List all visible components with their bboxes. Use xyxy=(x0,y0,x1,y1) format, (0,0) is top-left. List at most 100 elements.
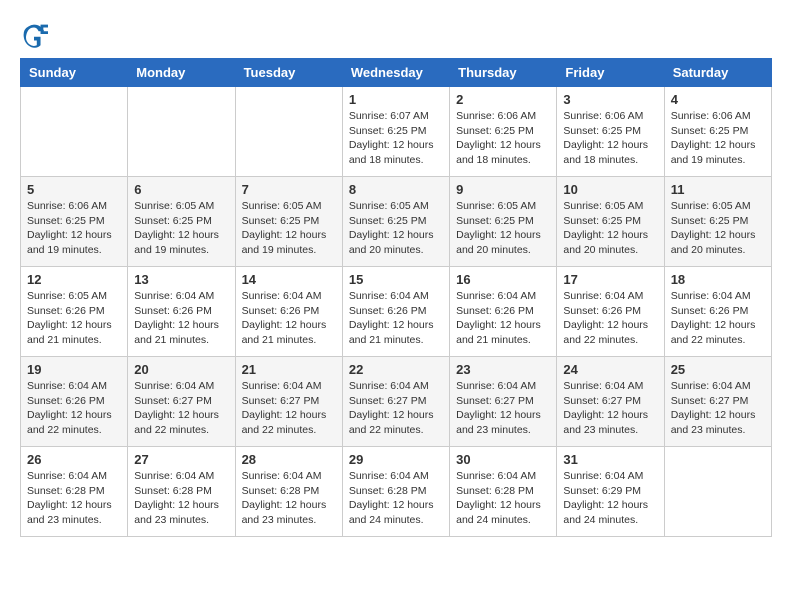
header-thursday: Thursday xyxy=(450,59,557,87)
cell-0-1 xyxy=(128,87,235,177)
cell-1-1: 6 Sunrise: 6:05 AM Sunset: 6:25 PM Daylig… xyxy=(128,177,235,267)
header-friday: Friday xyxy=(557,59,664,87)
cell-4-5: 31Sunrise: 6:04 AM Sunset: 6:29 PM Dayli… xyxy=(557,447,664,537)
cell-1-6: 11 Sunrise: 6:05 AM Sunset: 6:25 PM Dayli… xyxy=(664,177,771,267)
week-row-3: 12 Sunrise: 6:05 AM Sunset: 6:26 PM Dayli… xyxy=(21,267,772,357)
cell-4-1: 27 Sunrise: 6:04 AM Sunset: 6:28 PM Dayli… xyxy=(128,447,235,537)
day-info: Sunrise: 6:04 AM Sunset: 6:27 PM Dayligh… xyxy=(349,379,443,438)
day-info: Sunrise: 6:05 AM Sunset: 6:25 PM Dayligh… xyxy=(134,199,228,258)
day-info: Sunrise: 6:05 AM Sunset: 6:25 PM Dayligh… xyxy=(563,199,657,258)
cell-2-0: 12 Sunrise: 6:05 AM Sunset: 6:26 PM Dayli… xyxy=(21,267,128,357)
day-info: Sunrise: 6:04 AM Sunset: 6:27 PM Dayligh… xyxy=(134,379,228,438)
week-row-1: 1 Sunrise: 6:07 AM Sunset: 6:25 PM Daylig… xyxy=(21,87,772,177)
cell-0-2 xyxy=(235,87,342,177)
day-number: 27 xyxy=(134,452,228,467)
day-info: Sunrise: 6:04 AM Sunset: 6:28 PM Dayligh… xyxy=(242,469,336,528)
day-number: 6 xyxy=(134,182,228,197)
logo-icon xyxy=(20,20,48,48)
day-info: Sunrise: 6:04 AM Sunset: 6:26 PM Dayligh… xyxy=(456,289,550,348)
day-number: 1 xyxy=(349,92,443,107)
day-info: Sunrise: 6:07 AM Sunset: 6:25 PM Dayligh… xyxy=(349,109,443,168)
header-sunday: Sunday xyxy=(21,59,128,87)
cell-0-0 xyxy=(21,87,128,177)
week-row-4: 19Sunrise: 6:04 AM Sunset: 6:26 PM Dayli… xyxy=(21,357,772,447)
day-info: Sunrise: 6:04 AM Sunset: 6:28 PM Dayligh… xyxy=(27,469,121,528)
day-number: 31 xyxy=(563,452,657,467)
cell-2-5: 17 Sunrise: 6:04 AM Sunset: 6:26 PM Dayli… xyxy=(557,267,664,357)
cell-4-3: 29 Sunrise: 6:04 AM Sunset: 6:28 PM Dayli… xyxy=(342,447,449,537)
day-info: Sunrise: 6:04 AM Sunset: 6:26 PM Dayligh… xyxy=(27,379,121,438)
cell-3-1: 20 Sunrise: 6:04 AM Sunset: 6:27 PM Dayli… xyxy=(128,357,235,447)
day-info: Sunrise: 6:04 AM Sunset: 6:26 PM Dayligh… xyxy=(134,289,228,348)
day-number: 4 xyxy=(671,92,765,107)
cell-0-5: 3 Sunrise: 6:06 AM Sunset: 6:25 PM Daylig… xyxy=(557,87,664,177)
cell-4-4: 30Sunrise: 6:04 AM Sunset: 6:28 PM Dayli… xyxy=(450,447,557,537)
page-header xyxy=(20,20,772,48)
day-number: 24 xyxy=(563,362,657,377)
day-number: 28 xyxy=(242,452,336,467)
cell-1-5: 10 Sunrise: 6:05 AM Sunset: 6:25 PM Dayli… xyxy=(557,177,664,267)
day-info: Sunrise: 6:04 AM Sunset: 6:28 PM Dayligh… xyxy=(349,469,443,528)
cell-0-3: 1 Sunrise: 6:07 AM Sunset: 6:25 PM Daylig… xyxy=(342,87,449,177)
day-number: 11 xyxy=(671,182,765,197)
day-info: Sunrise: 6:05 AM Sunset: 6:25 PM Dayligh… xyxy=(456,199,550,258)
cell-1-3: 8 Sunrise: 6:05 AM Sunset: 6:25 PM Daylig… xyxy=(342,177,449,267)
day-number: 13 xyxy=(134,272,228,287)
header-wednesday: Wednesday xyxy=(342,59,449,87)
day-number: 29 xyxy=(349,452,443,467)
cell-2-2: 14 Sunrise: 6:04 AM Sunset: 6:26 PM Dayli… xyxy=(235,267,342,357)
day-number: 26 xyxy=(27,452,121,467)
cell-0-4: 2 Sunrise: 6:06 AM Sunset: 6:25 PM Daylig… xyxy=(450,87,557,177)
day-info: Sunrise: 6:05 AM Sunset: 6:26 PM Dayligh… xyxy=(27,289,121,348)
day-number: 8 xyxy=(349,182,443,197)
week-row-2: 5Sunrise: 6:06 AM Sunset: 6:25 PM Daylig… xyxy=(21,177,772,267)
week-row-5: 26 Sunrise: 6:04 AM Sunset: 6:28 PM Dayli… xyxy=(21,447,772,537)
cell-1-0: 5Sunrise: 6:06 AM Sunset: 6:25 PM Daylig… xyxy=(21,177,128,267)
day-number: 20 xyxy=(134,362,228,377)
cell-2-3: 15Sunrise: 6:04 AM Sunset: 6:26 PM Dayli… xyxy=(342,267,449,357)
cell-0-6: 4 Sunrise: 6:06 AM Sunset: 6:25 PM Daylig… xyxy=(664,87,771,177)
day-number: 2 xyxy=(456,92,550,107)
day-info: Sunrise: 6:05 AM Sunset: 6:25 PM Dayligh… xyxy=(242,199,336,258)
cell-1-2: 7 Sunrise: 6:05 AM Sunset: 6:25 PM Daylig… xyxy=(235,177,342,267)
day-info: Sunrise: 6:04 AM Sunset: 6:27 PM Dayligh… xyxy=(456,379,550,438)
cell-1-4: 9 Sunrise: 6:05 AM Sunset: 6:25 PM Daylig… xyxy=(450,177,557,267)
cell-4-6 xyxy=(664,447,771,537)
day-number: 16 xyxy=(456,272,550,287)
day-number: 14 xyxy=(242,272,336,287)
header-monday: Monday xyxy=(128,59,235,87)
day-number: 17 xyxy=(563,272,657,287)
cell-3-2: 21Sunrise: 6:04 AM Sunset: 6:27 PM Dayli… xyxy=(235,357,342,447)
day-number: 30 xyxy=(456,452,550,467)
day-info: Sunrise: 6:04 AM Sunset: 6:26 PM Dayligh… xyxy=(242,289,336,348)
cell-3-3: 22Sunrise: 6:04 AM Sunset: 6:27 PM Dayli… xyxy=(342,357,449,447)
cell-2-1: 13 Sunrise: 6:04 AM Sunset: 6:26 PM Dayli… xyxy=(128,267,235,357)
calendar-table: Sunday Monday Tuesday Wednesday Thursday… xyxy=(20,58,772,537)
day-number: 15 xyxy=(349,272,443,287)
day-number: 9 xyxy=(456,182,550,197)
cell-2-4: 16 Sunrise: 6:04 AM Sunset: 6:26 PM Dayli… xyxy=(450,267,557,357)
day-number: 7 xyxy=(242,182,336,197)
weekday-header-row: Sunday Monday Tuesday Wednesday Thursday… xyxy=(21,59,772,87)
day-info: Sunrise: 6:06 AM Sunset: 6:25 PM Dayligh… xyxy=(563,109,657,168)
day-number: 23 xyxy=(456,362,550,377)
cell-4-0: 26 Sunrise: 6:04 AM Sunset: 6:28 PM Dayli… xyxy=(21,447,128,537)
cell-3-6: 25Sunrise: 6:04 AM Sunset: 6:27 PM Dayli… xyxy=(664,357,771,447)
day-info: Sunrise: 6:06 AM Sunset: 6:25 PM Dayligh… xyxy=(671,109,765,168)
day-number: 10 xyxy=(563,182,657,197)
day-info: Sunrise: 6:04 AM Sunset: 6:27 PM Dayligh… xyxy=(671,379,765,438)
day-info: Sunrise: 6:04 AM Sunset: 6:27 PM Dayligh… xyxy=(563,379,657,438)
day-number: 3 xyxy=(563,92,657,107)
day-info: Sunrise: 6:05 AM Sunset: 6:25 PM Dayligh… xyxy=(671,199,765,258)
day-info: Sunrise: 6:06 AM Sunset: 6:25 PM Dayligh… xyxy=(456,109,550,168)
day-number: 12 xyxy=(27,272,121,287)
day-info: Sunrise: 6:04 AM Sunset: 6:28 PM Dayligh… xyxy=(134,469,228,528)
day-info: Sunrise: 6:05 AM Sunset: 6:25 PM Dayligh… xyxy=(349,199,443,258)
cell-3-5: 24 Sunrise: 6:04 AM Sunset: 6:27 PM Dayli… xyxy=(557,357,664,447)
day-number: 18 xyxy=(671,272,765,287)
day-info: Sunrise: 6:04 AM Sunset: 6:27 PM Dayligh… xyxy=(242,379,336,438)
day-number: 5 xyxy=(27,182,121,197)
logo xyxy=(20,20,52,48)
day-info: Sunrise: 6:04 AM Sunset: 6:26 PM Dayligh… xyxy=(671,289,765,348)
day-info: Sunrise: 6:04 AM Sunset: 6:26 PM Dayligh… xyxy=(563,289,657,348)
